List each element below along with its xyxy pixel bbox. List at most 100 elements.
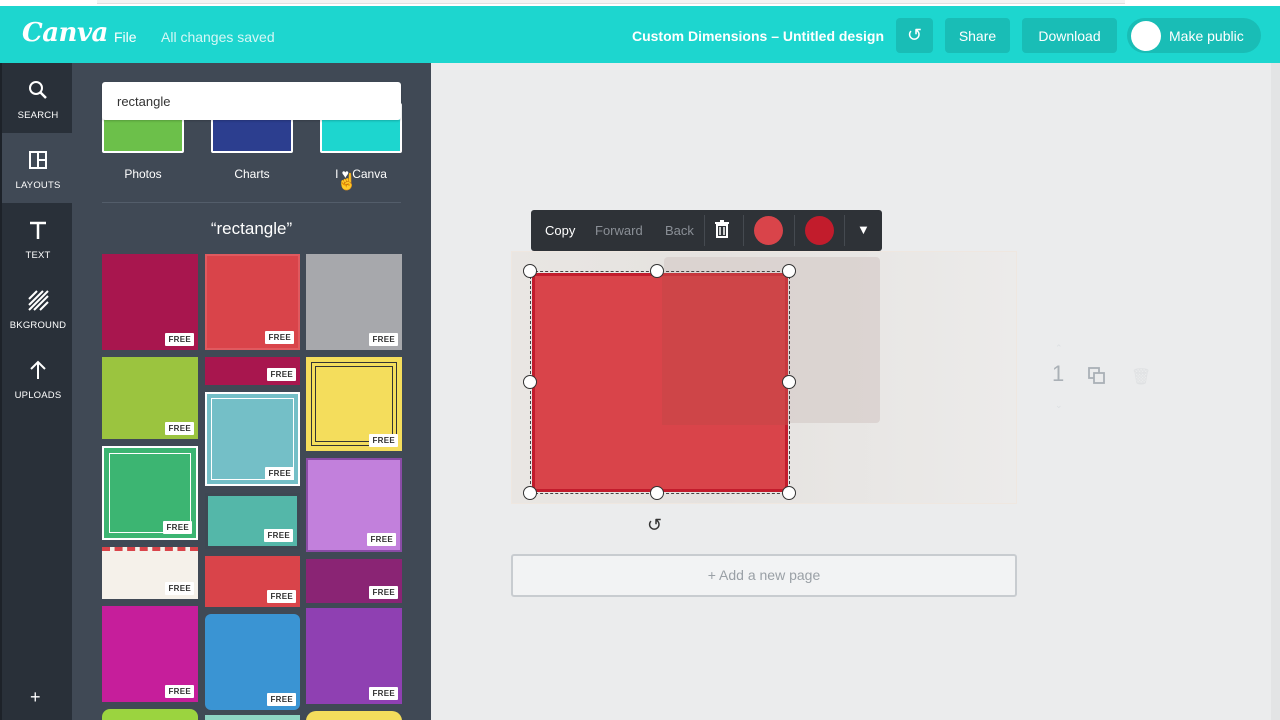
sidebar-item-background[interactable]: BKGROUND bbox=[2, 273, 74, 343]
rectangle-tile[interactable] bbox=[205, 715, 300, 720]
free-badge: FREE bbox=[163, 521, 192, 534]
rectangle-tile[interactable]: FREE bbox=[306, 458, 402, 552]
browser-bar bbox=[97, 0, 1125, 4]
share-button[interactable]: Share bbox=[945, 18, 1010, 53]
design-page[interactable] bbox=[511, 251, 1017, 504]
upload-icon bbox=[30, 360, 46, 379]
rectangle-tile[interactable]: FREE bbox=[306, 357, 402, 451]
move-down-icon[interactable]: ⌄ bbox=[1055, 400, 1063, 411]
resize-handle[interactable] bbox=[650, 486, 664, 500]
background-icon bbox=[28, 290, 49, 311]
element-toolbar: Copy Forward Back ▼ bbox=[531, 210, 882, 251]
undo-button[interactable]: ↺ bbox=[896, 18, 933, 53]
document-title[interactable]: Custom Dimensions – Untitled design bbox=[632, 28, 884, 44]
free-badge: FREE bbox=[165, 333, 194, 346]
panel-divider bbox=[102, 202, 401, 203]
duplicate-page-icon[interactable] bbox=[1088, 367, 1106, 385]
add-icon[interactable]: + bbox=[30, 687, 41, 708]
rectangle-tile[interactable]: FREE bbox=[205, 254, 300, 350]
scrollbar[interactable] bbox=[1271, 63, 1280, 720]
rectangle-tile[interactable]: FREE bbox=[205, 357, 300, 385]
color-swatch-fill[interactable] bbox=[754, 216, 783, 245]
rectangle-tile[interactable]: FREE bbox=[205, 556, 300, 607]
canva-logo[interactable]: Canva bbox=[22, 18, 108, 48]
toolbar-separator bbox=[704, 215, 705, 246]
toolbar-separator bbox=[844, 215, 845, 246]
rectangle-tile[interactable]: FREE bbox=[205, 614, 300, 710]
free-badge: FREE bbox=[267, 693, 296, 706]
layouts-icon bbox=[29, 151, 47, 169]
free-badge: FREE bbox=[165, 582, 194, 595]
make-public-label: Make public bbox=[1169, 27, 1244, 44]
resize-handle[interactable] bbox=[782, 486, 796, 500]
make-public-toggle[interactable]: Make public bbox=[1127, 18, 1261, 53]
save-status: All changes saved bbox=[161, 29, 275, 45]
resize-handle[interactable] bbox=[523, 486, 537, 500]
rectangle-tile[interactable]: FREE bbox=[306, 254, 402, 350]
resize-handle[interactable] bbox=[782, 375, 796, 389]
delete-page-icon[interactable]: 🗑 bbox=[1131, 367, 1151, 387]
top-header: Canva File All changes saved Custom Dime… bbox=[0, 6, 1280, 63]
sidebar-label: TEXT bbox=[25, 250, 51, 261]
page-number: 1 bbox=[1052, 361, 1065, 386]
free-badge: FREE bbox=[265, 467, 294, 480]
rectangle-tile[interactable] bbox=[102, 709, 198, 720]
sidebar-label: UPLOADS bbox=[14, 390, 62, 401]
rectangle-tile[interactable]: FREE bbox=[102, 446, 198, 540]
rectangle-tile[interactable] bbox=[306, 711, 402, 720]
sidebar-label: LAYOUTS bbox=[15, 180, 61, 191]
free-badge: FREE bbox=[369, 687, 398, 700]
free-badge: FREE bbox=[267, 590, 296, 603]
free-badge: FREE bbox=[165, 685, 194, 698]
hand-cursor-icon: ☝ bbox=[337, 174, 357, 191]
free-badge: FREE bbox=[369, 333, 398, 346]
selection-box bbox=[530, 271, 790, 494]
rectangle-tile[interactable]: FREE bbox=[205, 392, 300, 486]
category-label: Charts bbox=[234, 167, 270, 181]
category-label: Photos bbox=[124, 167, 162, 181]
search-input[interactable]: rectangle bbox=[102, 82, 401, 120]
chevron-down-icon[interactable]: ▼ bbox=[857, 222, 870, 237]
toolbar-separator bbox=[794, 215, 795, 246]
sidebar-item-search[interactable]: SEARCH bbox=[2, 63, 74, 133]
left-sidebar: SEARCH LAYOUTS TEXT BKGROUND UPLOADS + bbox=[0, 63, 74, 720]
search-icon bbox=[29, 81, 47, 99]
resize-handle[interactable] bbox=[650, 264, 664, 278]
free-badge: FREE bbox=[267, 368, 296, 381]
rotate-icon[interactable]: ↺ bbox=[647, 515, 662, 536]
rectangle-tile[interactable]: FREE bbox=[205, 493, 300, 549]
rectangle-tile[interactable]: FREE bbox=[306, 608, 402, 704]
copy-button[interactable]: Copy bbox=[545, 223, 575, 238]
back-button[interactable]: Back bbox=[665, 223, 694, 238]
rectangle-tile[interactable]: FREE bbox=[102, 357, 198, 439]
sidebar-item-text[interactable]: TEXT bbox=[2, 203, 74, 273]
results-title: “rectangle” bbox=[210, 219, 293, 238]
undo-icon: ↺ bbox=[906, 25, 923, 45]
sidebar-label: BKGROUND bbox=[9, 320, 67, 331]
free-badge: FREE bbox=[369, 434, 398, 447]
category-label: I ♥ Canva bbox=[335, 167, 387, 181]
color-swatch-border[interactable] bbox=[805, 216, 834, 245]
rectangle-tile[interactable]: FREE bbox=[306, 559, 402, 603]
toggle-knob bbox=[1131, 20, 1161, 51]
forward-button[interactable]: Forward bbox=[595, 223, 643, 238]
resize-handle[interactable] bbox=[523, 375, 537, 389]
trash-icon[interactable] bbox=[713, 219, 731, 239]
free-badge: FREE bbox=[165, 422, 194, 435]
toolbar-separator bbox=[743, 215, 744, 246]
text-icon bbox=[30, 221, 46, 239]
resize-handle[interactable] bbox=[523, 264, 537, 278]
search-panel: rectangle Photos Charts I ♥ Canva “recta… bbox=[72, 63, 431, 720]
file-menu[interactable]: File bbox=[114, 29, 137, 45]
download-button[interactable]: Download bbox=[1022, 18, 1117, 53]
rectangle-tile[interactable]: FREE bbox=[102, 254, 198, 350]
free-badge: FREE bbox=[369, 586, 398, 599]
move-up-icon[interactable]: ⌃ bbox=[1055, 343, 1063, 354]
design-canvas-area: Copy Forward Back ▼ ↺ ⌃ 1 🗑 ⌄ + Add a ne… bbox=[431, 63, 1280, 720]
resize-handle[interactable] bbox=[782, 264, 796, 278]
sidebar-item-layouts[interactable]: LAYOUTS bbox=[2, 133, 74, 203]
sidebar-item-uploads[interactable]: UPLOADS bbox=[2, 343, 74, 413]
rectangle-tile[interactable]: FREE bbox=[102, 547, 198, 599]
rectangle-tile[interactable]: FREE bbox=[102, 606, 198, 702]
add-page-button[interactable]: + Add a new page bbox=[511, 554, 1017, 597]
